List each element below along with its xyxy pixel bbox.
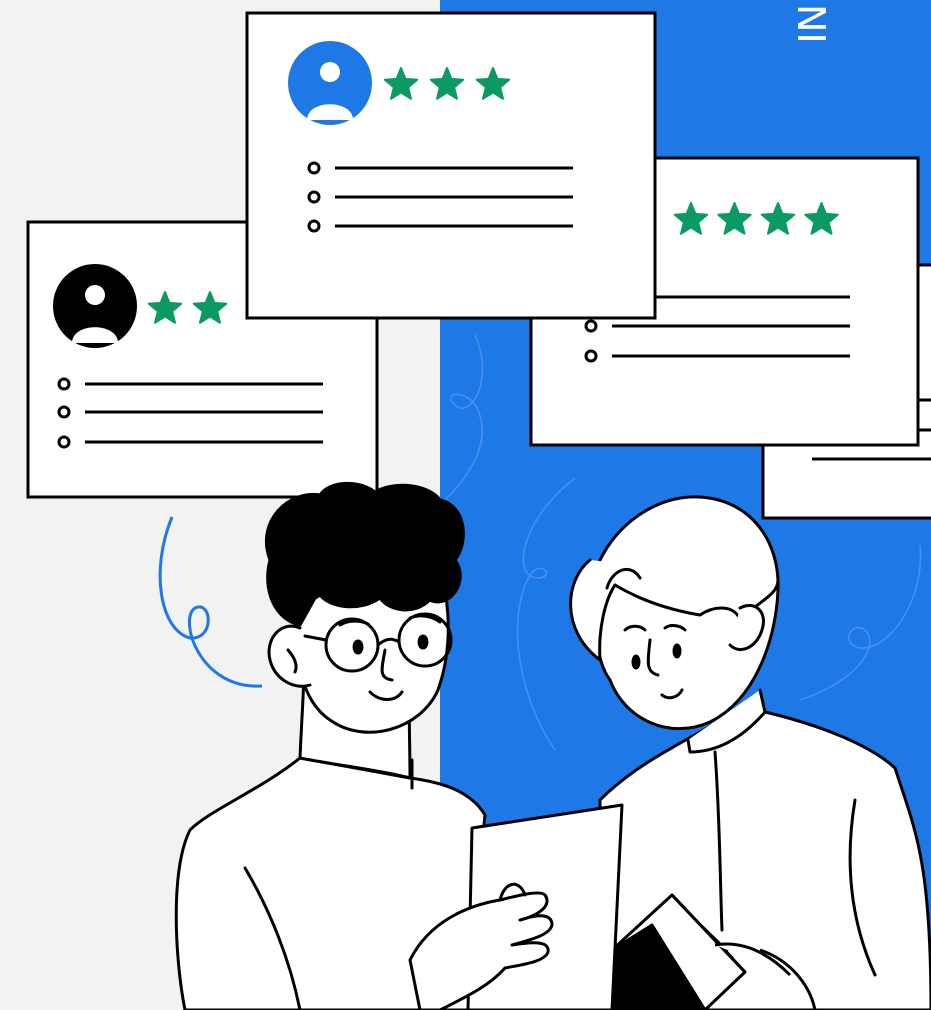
bullet-icon: [57, 405, 71, 419]
bullet-icon: [307, 219, 321, 233]
bullet-icon: [584, 319, 598, 333]
bullet-icon: [57, 435, 71, 449]
review-card-blue-avatar: [245, 11, 657, 320]
bullet-icon: [307, 190, 321, 204]
bullet-icon: [307, 161, 321, 175]
bullet-icon: [584, 349, 598, 363]
review-illustration: [26, 11, 931, 1010]
person-right: [569, 495, 931, 1010]
user-avatar-icon: [53, 264, 137, 348]
bullet-icon: [57, 377, 71, 391]
blue-squiggle-decoration: [158, 516, 263, 688]
vertical-banner-text: NI: [789, 4, 833, 44]
user-avatar-icon: [288, 41, 372, 125]
illustration-scene: NI: [0, 0, 931, 1010]
